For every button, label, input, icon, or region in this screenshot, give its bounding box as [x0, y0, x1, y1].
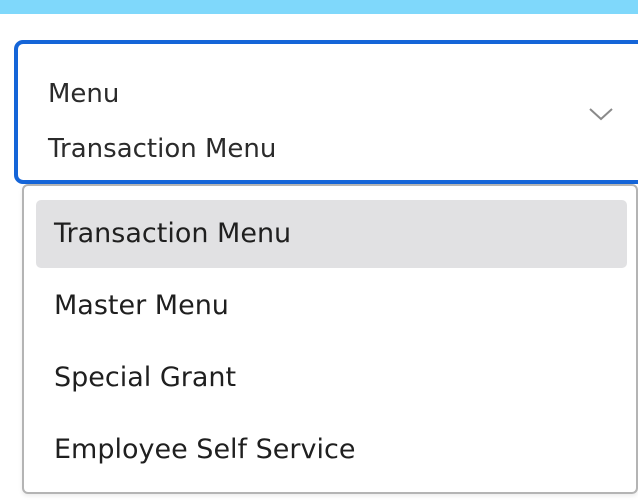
page: Menu Transaction Menu Transaction Menu M… — [0, 0, 638, 502]
dropdown-item-master-menu[interactable]: Master Menu — [36, 272, 627, 340]
dropdown-item-employee-self-service[interactable]: Employee Self Service — [36, 416, 627, 484]
chevron-down-icon[interactable] — [586, 104, 616, 124]
dropdown-list: Transaction Menu Master Menu Special Gra… — [22, 184, 638, 494]
dropdown-item-special-grant[interactable]: Special Grant — [36, 344, 627, 412]
dropdown-item-transaction-menu[interactable]: Transaction Menu — [36, 200, 627, 268]
select-label: Menu — [48, 79, 120, 109]
menu-select[interactable]: Menu Transaction Menu — [14, 40, 638, 184]
select-value: Transaction Menu — [48, 134, 277, 164]
